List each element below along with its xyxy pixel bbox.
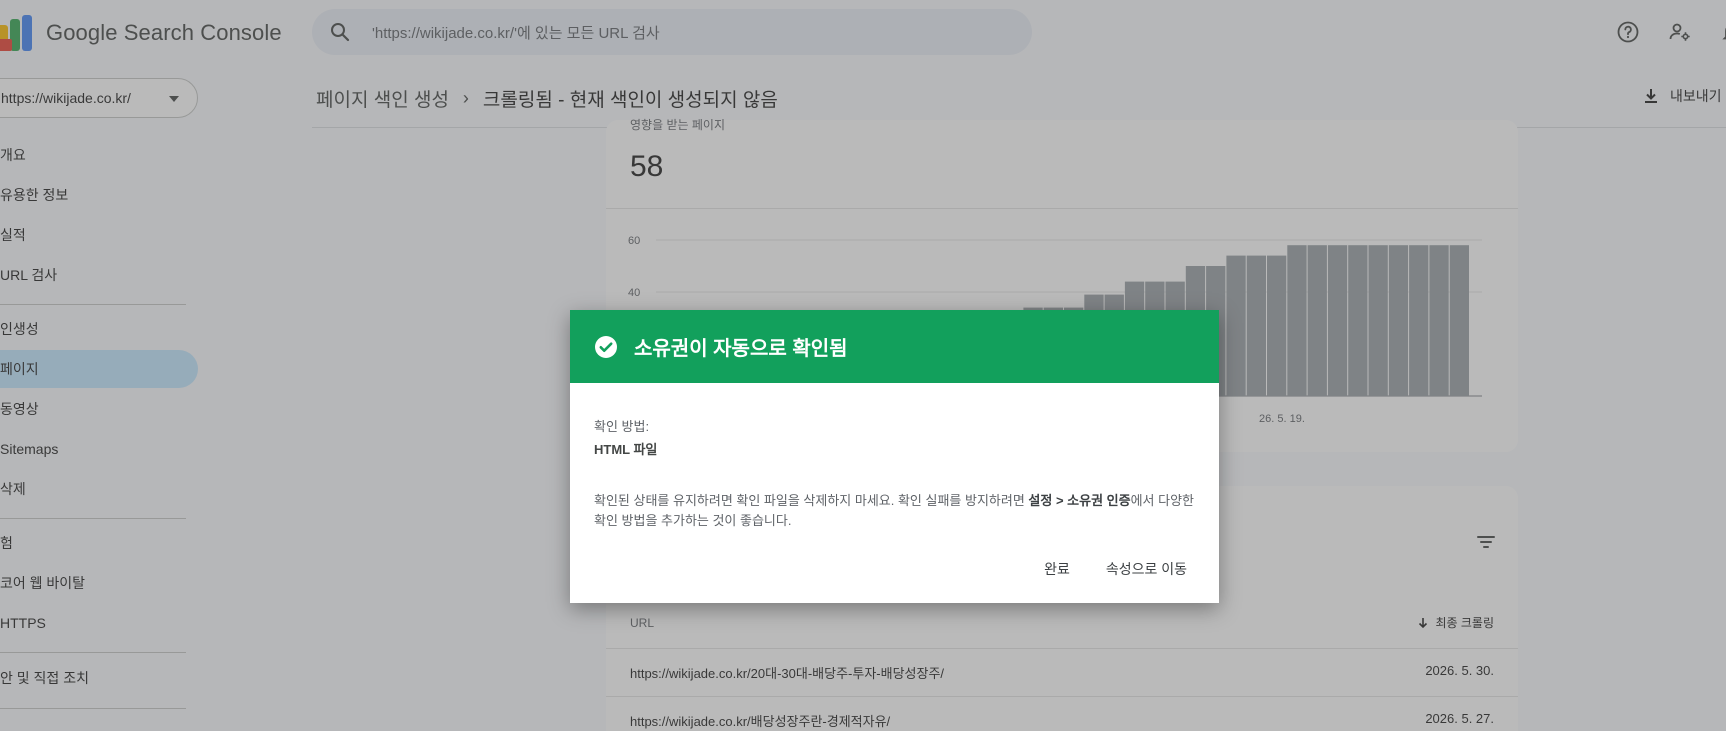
dialog-header: 소유권이 자동으로 확인됨 xyxy=(570,310,1219,383)
go-to-property-button[interactable]: 속성으로 이동 xyxy=(1106,559,1187,579)
dialog-actions: 완료 속성으로 이동 xyxy=(1044,559,1187,579)
done-button[interactable]: 완료 xyxy=(1044,559,1070,579)
ownership-verified-dialog: 소유권이 자동으로 확인됨 확인 방법: HTML 파일 확인된 상태를 유지하… xyxy=(570,310,1219,603)
verification-method-value: HTML 파일 xyxy=(594,442,658,457)
dialog-title: 소유권이 자동으로 확인됨 xyxy=(634,338,848,360)
notice-text: 확인된 상태를 유지하려면 확인 파일을 삭제하지 마세요. 확인 실패를 방지… xyxy=(594,493,1029,508)
settings-path: 설정 > 소유권 인증 xyxy=(1028,493,1131,508)
dialog-body: 확인 방법: HTML 파일 확인된 상태를 유지하려면 확인 파일을 삭제하지… xyxy=(594,416,1194,531)
verification-method-label: 확인 방법: xyxy=(594,419,650,434)
verification-notice: 확인된 상태를 유지하려면 확인 파일을 삭제하지 마세요. 확인 실패를 방지… xyxy=(594,491,1194,531)
check-circle-icon xyxy=(595,335,617,358)
